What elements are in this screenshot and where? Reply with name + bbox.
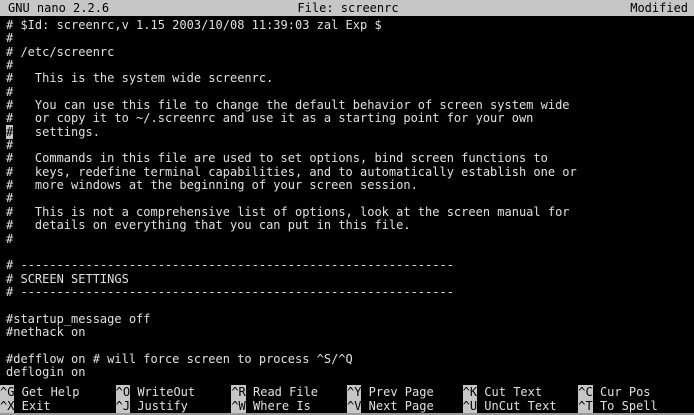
editor-line[interactable]: # [6, 233, 694, 246]
shortcut-get-help[interactable]: ^G Get Help [0, 385, 116, 399]
editor-line[interactable]: # --------------------------------------… [6, 259, 694, 272]
editor-line[interactable]: # This is the system wide screenrc. [6, 72, 694, 85]
help-bar: ^G Get Help^O WriteOut^R Read File^Y Pre… [0, 385, 694, 413]
shortcut-label: Cut Text [477, 385, 542, 399]
shortcut-label: Exit [14, 399, 50, 413]
editor-line[interactable] [6, 339, 694, 352]
nano-version: GNU nano 2.2.6 [6, 0, 235, 16]
shortcut-key: ^W [231, 399, 245, 413]
editor-line[interactable]: # or copy it to ~/.screenrc and use it a… [6, 112, 694, 125]
shortcut-writeout[interactable]: ^O WriteOut [116, 385, 232, 399]
help-row: ^G Get Help^O WriteOut^R Read File^Y Pre… [0, 385, 694, 399]
shortcut-label: Get Help [14, 385, 79, 399]
editor-line[interactable]: # [6, 32, 694, 45]
editor-line[interactable]: #defflow on # will force screen to proce… [6, 353, 694, 366]
shortcut-label: UnCut Text [477, 399, 556, 413]
cursor: # [6, 125, 13, 139]
editor-line[interactable] [6, 246, 694, 259]
shortcut-cut-text[interactable]: ^K Cut Text [463, 385, 579, 399]
shortcut-key: ^T [578, 399, 592, 413]
shortcut-prev-page[interactable]: ^Y Prev Page [347, 385, 463, 399]
shortcut-next-page[interactable]: ^V Next Page [347, 399, 463, 413]
shortcut-key: ^K [463, 385, 477, 399]
shortcut-label: Justify [130, 399, 188, 413]
editor-area[interactable]: # $Id: screenrc,v 1.15 2003/10/08 11:39:… [6, 19, 694, 379]
shortcut-label: Where Is [246, 399, 311, 413]
shortcut-label: To Spell [593, 399, 658, 413]
shortcut-label: Prev Page [361, 385, 433, 399]
editor-line[interactable]: # [6, 59, 694, 72]
editor-line[interactable]: # more windows at the beginning of your … [6, 179, 694, 192]
title-bar: GNU nano 2.2.6 File: screenrc Modified [0, 0, 694, 16]
shortcut-label: Read File [246, 385, 318, 399]
editor-line[interactable]: # --------------------------------------… [6, 286, 694, 299]
shortcut-justify[interactable]: ^J Justify [116, 399, 232, 413]
editor-line[interactable]: # SCREEN SETTINGS [6, 273, 694, 286]
shortcut-to-spell[interactable]: ^T To Spell [578, 399, 694, 413]
editor-line[interactable]: # [6, 192, 694, 205]
shortcut-key: ^G [0, 385, 14, 399]
shortcut-key: ^V [347, 399, 361, 413]
editor-line[interactable]: # details on everything that you can put… [6, 219, 694, 232]
editor-line[interactable]: deflogin on [6, 366, 694, 379]
editor-line[interactable]: # settings. [6, 126, 694, 139]
shortcut-key: ^Y [347, 385, 361, 399]
shortcut-label: Next Page [361, 399, 433, 413]
shortcut-where-is[interactable]: ^W Where Is [231, 399, 347, 413]
editor-line[interactable]: #startup_message off [6, 313, 694, 326]
editor-line[interactable]: # Commands in this file are used to set … [6, 152, 694, 165]
editor-line[interactable]: # You can use this file to change the de… [6, 99, 694, 112]
shortcut-label: Cur Pos [593, 385, 651, 399]
shortcut-exit[interactable]: ^X Exit [0, 399, 116, 413]
shortcut-cur-pos[interactable]: ^C Cur Pos [578, 385, 694, 399]
shortcut-key: ^O [116, 385, 130, 399]
editor-line[interactable] [6, 299, 694, 312]
editor-line[interactable]: #nethack on [6, 326, 694, 339]
shortcut-key: ^J [116, 399, 130, 413]
help-row: ^X Exit^J Justify^W Where Is^V Next Page… [0, 399, 694, 413]
editor-line[interactable]: # [6, 86, 694, 99]
editor-line[interactable]: # [6, 139, 694, 152]
shortcut-label: WriteOut [130, 385, 195, 399]
shortcut-key: ^U [463, 399, 477, 413]
modified-indicator: Modified [461, 0, 688, 16]
file-name: File: screenrc [235, 0, 462, 16]
editor-line[interactable]: # $Id: screenrc,v 1.15 2003/10/08 11:39:… [6, 19, 694, 32]
shortcut-key: ^X [0, 399, 14, 413]
editor-line[interactable]: # keys, redefine terminal capabilities, … [6, 166, 694, 179]
shortcut-uncut-text[interactable]: ^U UnCut Text [463, 399, 579, 413]
shortcut-key: ^R [231, 385, 245, 399]
terminal-screen[interactable]: GNU nano 2.2.6 File: screenrc Modified #… [0, 0, 694, 415]
shortcut-read-file[interactable]: ^R Read File [231, 385, 347, 399]
editor-line[interactable]: # This is not a comprehensive list of op… [6, 206, 694, 219]
editor-line[interactable]: # /etc/screenrc [6, 46, 694, 59]
shortcut-key: ^C [578, 385, 592, 399]
